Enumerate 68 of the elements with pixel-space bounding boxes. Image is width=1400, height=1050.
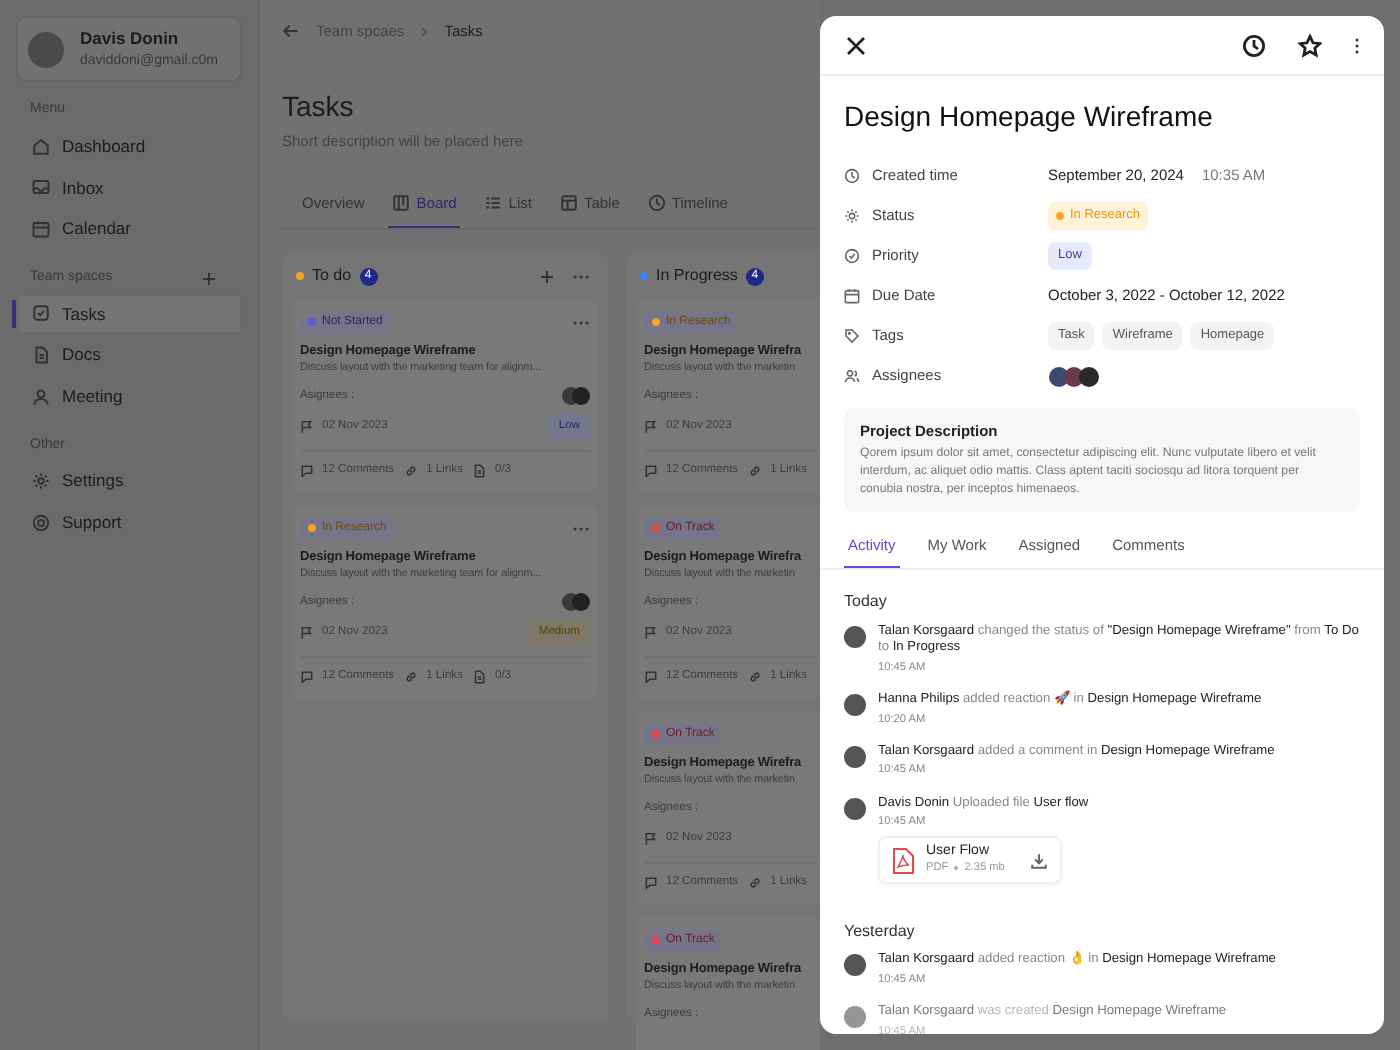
clock-icon[interactable]: [1242, 34, 1266, 58]
avatar: [844, 1005, 866, 1028]
comment-icon: [644, 464, 658, 479]
sidebar-item[interactable]: Tasks: [16, 293, 242, 335]
document-icon: [472, 464, 487, 479]
back-icon[interactable]: [282, 22, 300, 41]
settings-icon: [32, 472, 50, 491]
star-icon[interactable]: [1298, 34, 1322, 58]
calendar-icon: [32, 220, 50, 239]
flag-icon: [644, 831, 658, 846]
flag-icon: [644, 419, 658, 434]
column-title: To do: [312, 264, 352, 289]
avatar: [844, 954, 866, 977]
add-icon[interactable]: [200, 269, 218, 288]
clock-icon: [844, 168, 860, 184]
sidebar-item[interactable]: Dashboard: [16, 125, 242, 167]
comment-icon: [300, 670, 314, 685]
close-icon[interactable]: [844, 34, 868, 58]
lifebuoy-icon: [32, 513, 50, 532]
checkbox-icon: [32, 304, 50, 323]
tag-icon: [844, 328, 860, 344]
column-title: In Progress: [656, 264, 738, 289]
document-icon: [472, 670, 487, 685]
sidebar-item[interactable]: Support: [16, 502, 242, 544]
sun-icon: [844, 208, 860, 224]
link-icon: [748, 670, 763, 685]
flag-icon: [300, 419, 314, 434]
comment-icon: [300, 464, 314, 479]
add-icon[interactable]: [538, 267, 556, 286]
sidebar-item[interactable]: Settings: [16, 460, 242, 502]
avatar: [844, 797, 866, 820]
avatar: [844, 693, 866, 716]
group-heading: Today: [842, 589, 889, 614]
more-icon[interactable]: [1354, 36, 1360, 56]
flag-icon: [644, 625, 658, 640]
avatar: [844, 625, 866, 648]
avatar-stack: [1048, 365, 1104, 387]
sidebar-item[interactable]: Inbox: [16, 167, 242, 209]
calendar-icon: [844, 288, 860, 304]
link-icon: [404, 464, 419, 479]
comment-icon: [644, 876, 658, 891]
pdf-file-icon: [892, 847, 914, 873]
sidebar-item[interactable]: Meeting: [16, 376, 242, 418]
flag-icon: [300, 625, 314, 640]
check-circle-icon: [844, 248, 860, 264]
board-icon: [392, 193, 411, 212]
inbox-icon: [32, 178, 50, 197]
document-icon: [32, 346, 50, 365]
sidebar-item[interactable]: Calendar: [16, 208, 242, 250]
home-icon: [32, 137, 50, 156]
group-heading: Yesterday: [842, 919, 917, 944]
avatar: [28, 31, 64, 68]
list-icon: [484, 193, 503, 212]
sidebar-item[interactable]: Docs: [16, 334, 242, 376]
clock-icon: [647, 193, 666, 212]
panel-title: Design Homepage Wireframe: [842, 98, 1215, 136]
page-title: Tasks: [282, 88, 356, 127]
comment-icon: [644, 670, 658, 685]
link-icon: [748, 876, 763, 891]
person-icon: [32, 387, 50, 406]
avatar: [844, 745, 866, 768]
chevron-icon: [420, 25, 429, 38]
link-icon: [404, 670, 419, 685]
table-icon: [559, 193, 578, 212]
people-icon: [844, 368, 860, 384]
user-name: Davis Donin: [80, 26, 181, 52]
link-icon: [748, 464, 763, 479]
download-icon[interactable]: [1030, 851, 1048, 869]
